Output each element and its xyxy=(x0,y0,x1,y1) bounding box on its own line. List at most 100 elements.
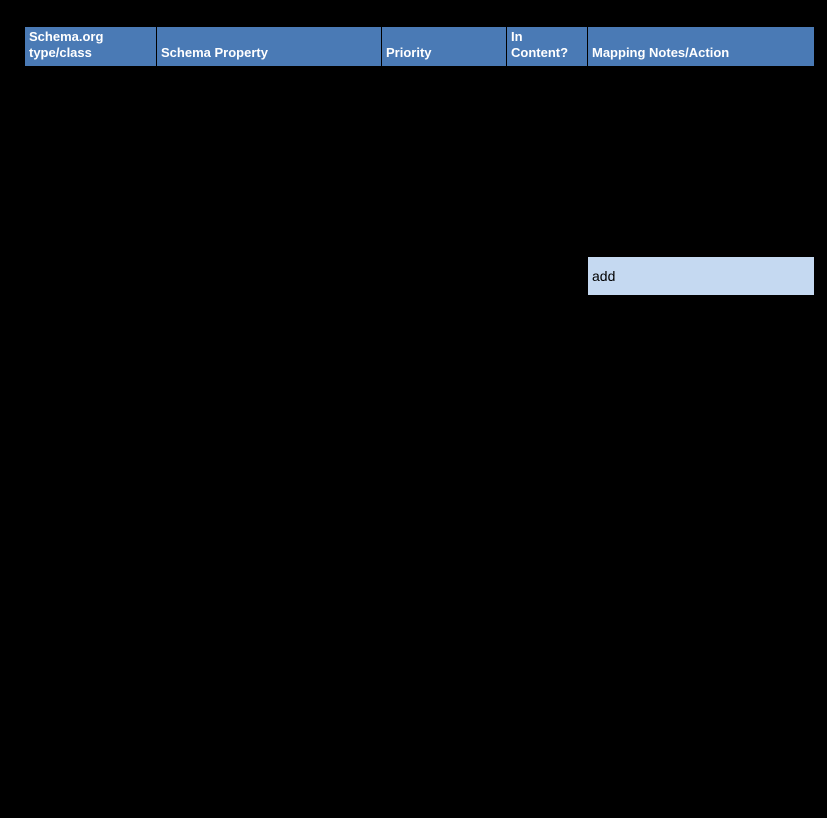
table-cell-type xyxy=(25,618,157,637)
table-cell-mapping xyxy=(588,66,815,85)
table-row xyxy=(25,123,815,142)
table-cell-priority xyxy=(382,333,507,352)
table-cell-mapping xyxy=(588,694,815,713)
table-cell-priority xyxy=(382,732,507,751)
table-cell-inContent xyxy=(507,390,588,409)
table-cell-priority xyxy=(382,751,507,770)
table-cell-priority xyxy=(382,66,507,85)
table-row xyxy=(25,485,815,504)
table-cell-property xyxy=(157,180,382,199)
table-cell-inContent xyxy=(507,523,588,542)
table-cell-mapping xyxy=(588,104,815,123)
table-cell-mapping xyxy=(588,504,815,523)
table-cell-property xyxy=(157,656,382,675)
table-cell-mapping xyxy=(588,352,815,371)
table-cell-property xyxy=(157,770,382,789)
table-row xyxy=(25,371,815,390)
header-in-content: In Content? xyxy=(507,27,588,67)
table-cell-mapping xyxy=(588,123,815,142)
table-cell-priority xyxy=(382,466,507,485)
table-cell-mapping xyxy=(588,314,815,333)
table-row xyxy=(25,542,815,561)
table-row xyxy=(25,161,815,180)
table-cell-mapping xyxy=(588,675,815,694)
table-cell-property xyxy=(157,199,382,218)
table-row xyxy=(25,428,815,447)
table-row xyxy=(25,656,815,675)
table-cell-type xyxy=(25,656,157,675)
table-cell-type xyxy=(25,485,157,504)
table-cell-property xyxy=(157,504,382,523)
table-row xyxy=(25,314,815,333)
table-cell-priority xyxy=(382,180,507,199)
table-cell-priority xyxy=(382,656,507,675)
table-cell-property xyxy=(157,314,382,333)
table-cell-inContent xyxy=(507,199,588,218)
header-priority: Priority xyxy=(382,27,507,67)
table-cell-inContent xyxy=(507,142,588,161)
table-cell-inContent xyxy=(507,599,588,618)
table-cell-type xyxy=(25,504,157,523)
table-cell-priority xyxy=(382,314,507,333)
table-cell-inContent xyxy=(507,675,588,694)
table-cell-property xyxy=(157,447,382,466)
table-cell-priority xyxy=(382,599,507,618)
table-cell-type xyxy=(25,256,157,295)
header-mapping-notes: Mapping Notes/Action xyxy=(588,27,815,67)
header-schema-property: Schema Property xyxy=(157,27,382,67)
table-row xyxy=(25,409,815,428)
table-cell-inContent xyxy=(507,371,588,390)
table-cell-type xyxy=(25,675,157,694)
table-cell-priority xyxy=(382,390,507,409)
table-cell-priority xyxy=(382,694,507,713)
table-cell-property xyxy=(157,580,382,599)
table-cell-priority xyxy=(382,199,507,218)
table-cell-type xyxy=(25,409,157,428)
table-cell-property xyxy=(157,104,382,123)
table-cell-type xyxy=(25,180,157,199)
table-cell-priority xyxy=(382,218,507,237)
table-row xyxy=(25,142,815,161)
table-cell-type xyxy=(25,694,157,713)
table-row xyxy=(25,85,815,104)
table-cell-priority xyxy=(382,352,507,371)
table-cell-priority xyxy=(382,123,507,142)
table-cell-property xyxy=(157,390,382,409)
table-cell-type xyxy=(25,542,157,561)
table-row xyxy=(25,180,815,199)
table-cell-priority xyxy=(382,542,507,561)
table-cell-inContent xyxy=(507,713,588,732)
table-cell-property xyxy=(157,237,382,256)
table-cell-type xyxy=(25,732,157,751)
table-cell-property xyxy=(157,675,382,694)
table-cell-inContent xyxy=(507,428,588,447)
table-cell-type xyxy=(25,390,157,409)
table-row xyxy=(25,504,815,523)
table-cell-priority xyxy=(382,295,507,314)
table-row xyxy=(25,199,815,218)
table-cell-priority xyxy=(382,485,507,504)
table-cell-inContent xyxy=(507,314,588,333)
table-cell-mapping xyxy=(588,237,815,256)
table-cell-mapping xyxy=(588,218,815,237)
table-row xyxy=(25,66,815,85)
table-cell-mapping: add xyxy=(588,256,815,295)
table-row xyxy=(25,333,815,352)
table-cell-mapping xyxy=(588,180,815,199)
table-cell-type xyxy=(25,314,157,333)
table-cell-inContent xyxy=(507,104,588,123)
table-cell-type xyxy=(25,580,157,599)
table-row xyxy=(25,104,815,123)
table-row xyxy=(25,618,815,637)
table-row xyxy=(25,523,815,542)
table-cell-property xyxy=(157,485,382,504)
table-cell-inContent xyxy=(507,637,588,656)
table-row xyxy=(25,675,815,694)
table-cell-property xyxy=(157,352,382,371)
table-cell-mapping xyxy=(588,333,815,352)
table-cell-mapping xyxy=(588,447,815,466)
table-cell-inContent xyxy=(507,580,588,599)
table-cell-priority xyxy=(382,371,507,390)
table-cell-type xyxy=(25,123,157,142)
table-cell-property xyxy=(157,218,382,237)
